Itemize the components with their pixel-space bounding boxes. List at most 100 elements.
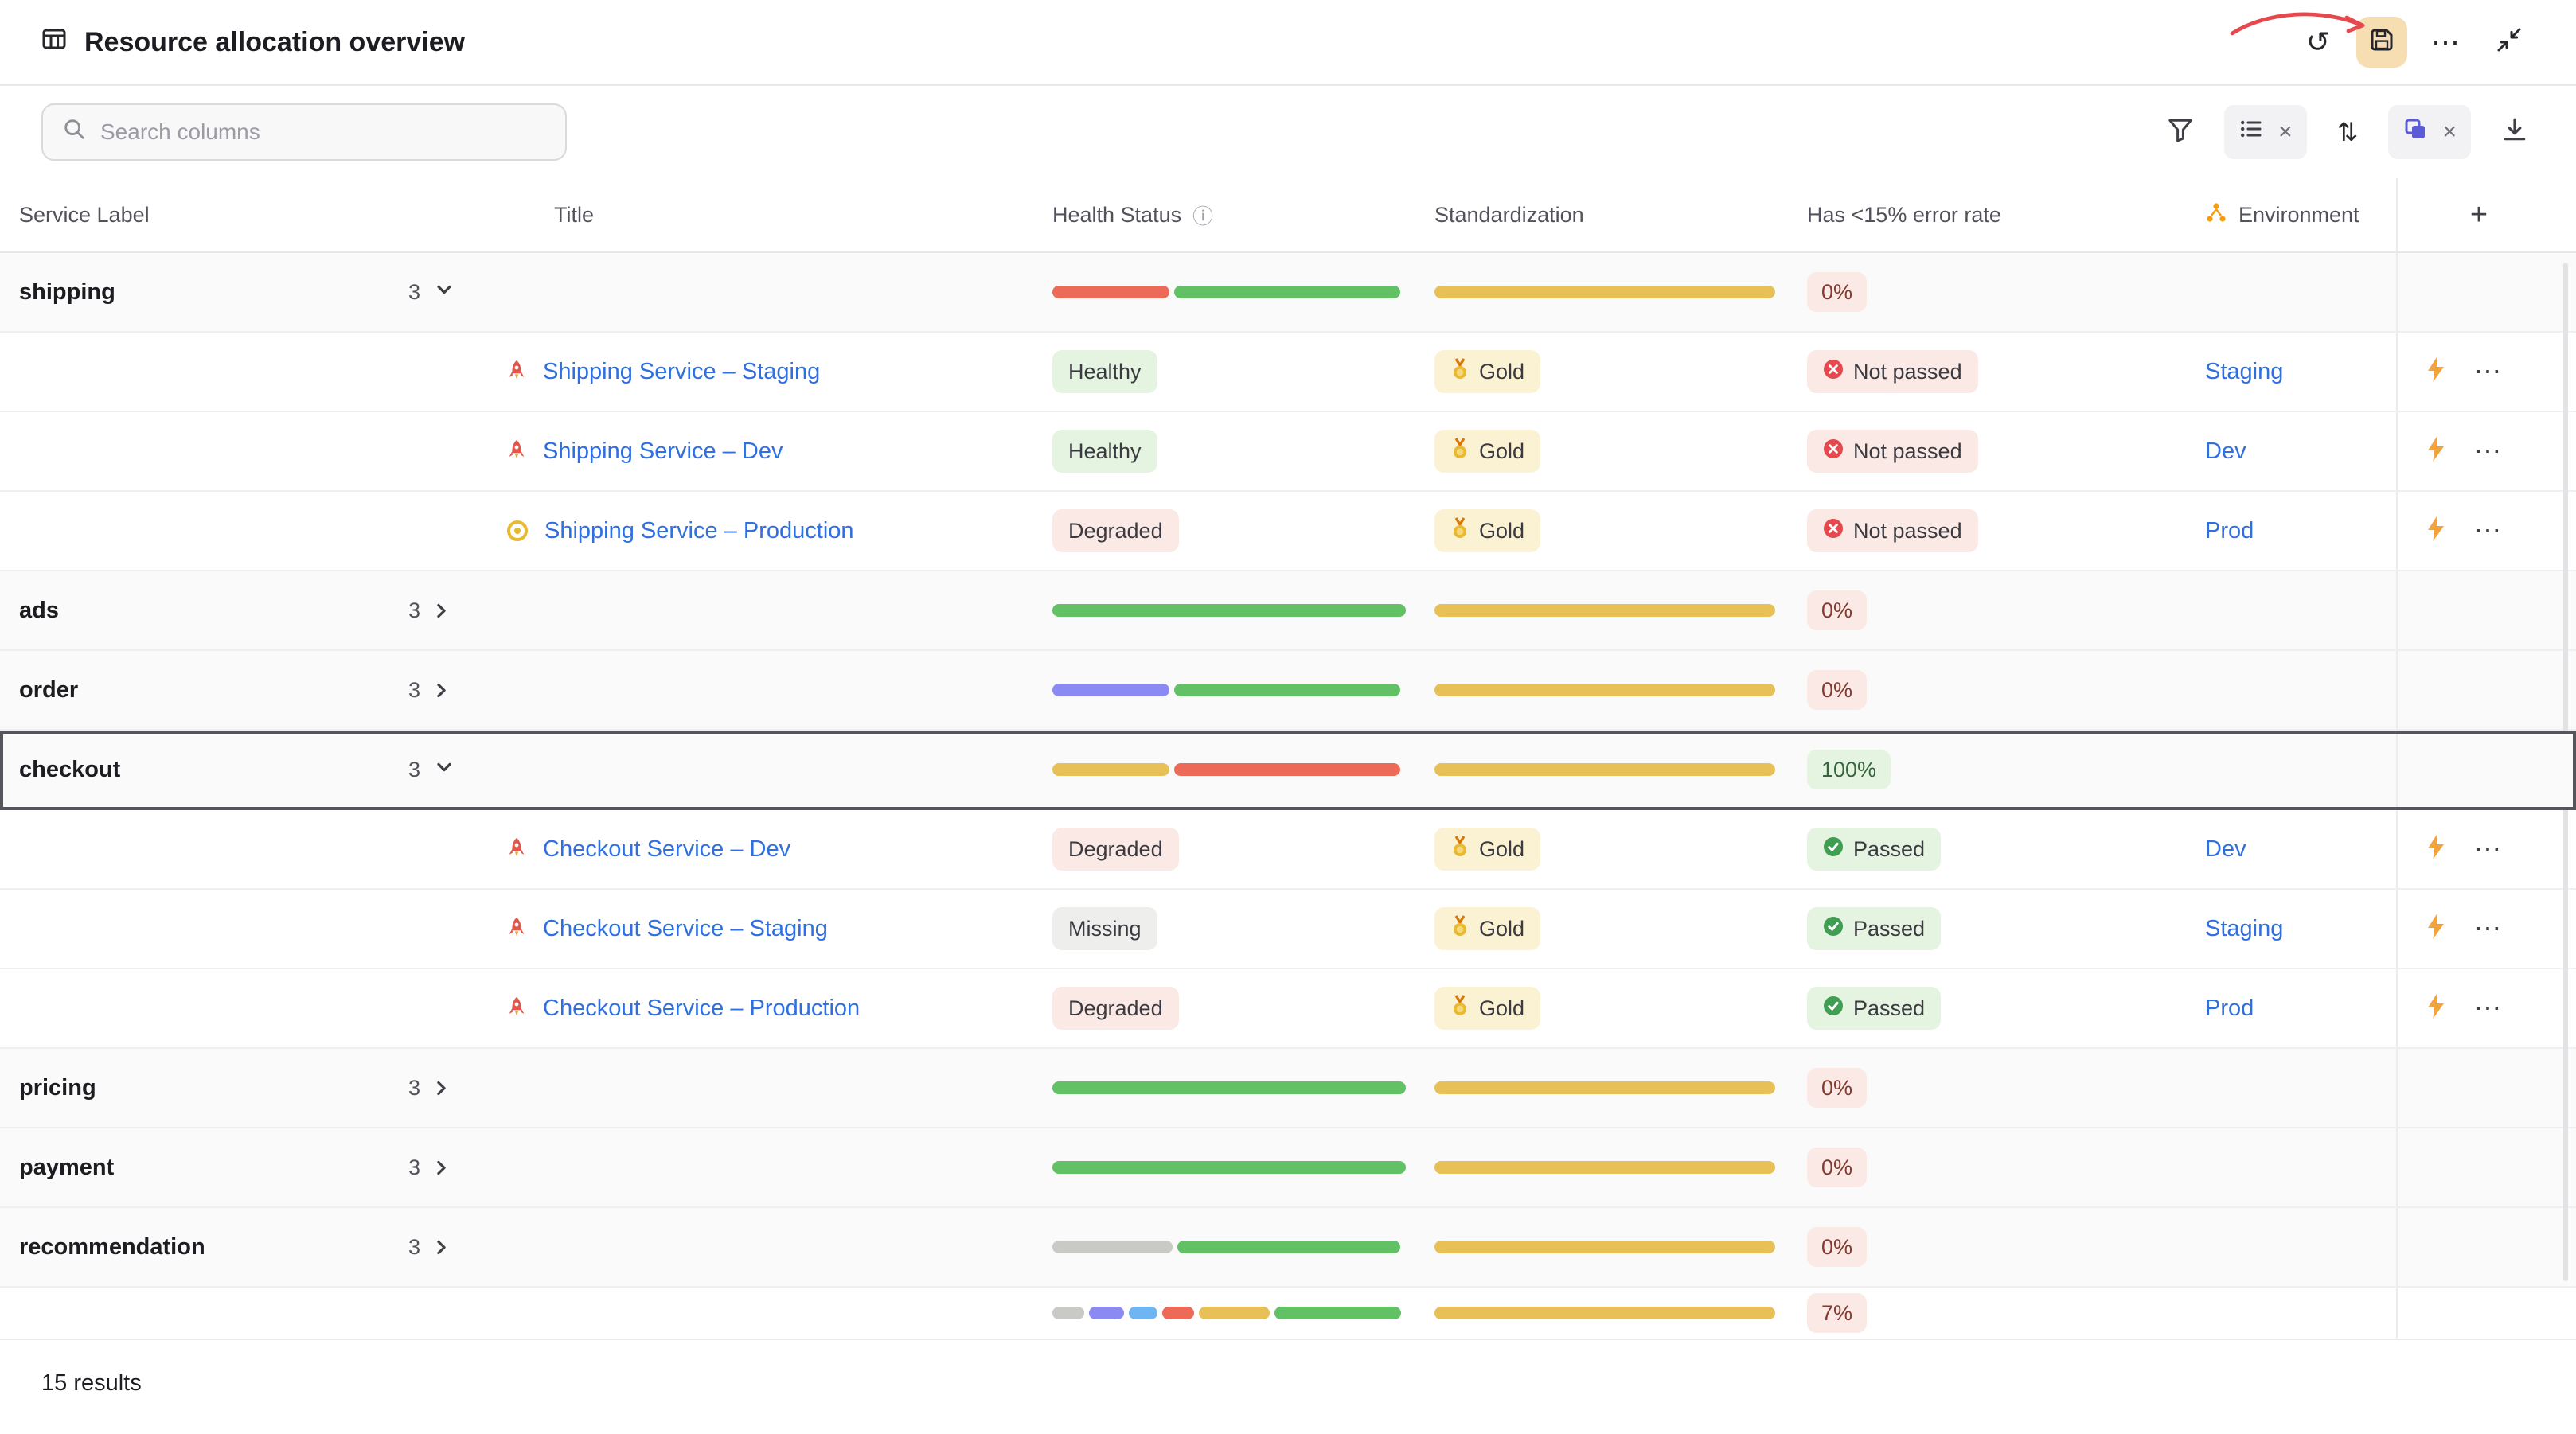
run-action-button[interactable] xyxy=(2426,993,2445,1024)
health-distribution-bar xyxy=(1052,1081,1406,1094)
list-icon xyxy=(2238,116,2264,148)
check-chip: Not passed xyxy=(1807,509,1978,552)
column-header-service-label[interactable]: Service Label xyxy=(19,203,150,228)
environment-link[interactable]: Staging xyxy=(2205,359,2283,385)
health-distribution-bar xyxy=(1052,684,1406,696)
page-title: Resource allocation overview xyxy=(84,27,465,58)
environment-link[interactable]: Prod xyxy=(2205,518,2254,544)
service-row[interactable]: Checkout Service – Production Degraded G… xyxy=(0,969,2576,1049)
not-passed-icon xyxy=(1823,359,1844,385)
column-header-error-rate[interactable]: Has <15% error rate xyxy=(1807,203,2001,228)
group-by-chip[interactable]: × xyxy=(2224,105,2307,159)
chevron-right-icon[interactable] xyxy=(430,1236,459,1258)
service-title-link[interactable]: Shipping Service – Dev xyxy=(543,438,783,465)
health-status-chip: Healthy xyxy=(1052,350,1157,393)
column-header-health-status[interactable]: Health Status xyxy=(1052,203,1181,228)
search-input[interactable] xyxy=(100,119,546,145)
search-box[interactable] xyxy=(41,103,567,161)
more-actions-button[interactable]: ⋯ xyxy=(2420,17,2471,68)
service-title-link[interactable]: Shipping Service – Staging xyxy=(543,359,820,385)
standardization-bar xyxy=(1434,1161,1775,1174)
run-action-button[interactable] xyxy=(2426,357,2445,388)
environment-link[interactable]: Dev xyxy=(2205,836,2246,863)
error-rate-chip: 100% xyxy=(1807,750,1891,789)
group-row-shipping[interactable]: shipping 3 0% xyxy=(0,253,2576,333)
service-title-link[interactable]: Checkout Service – Dev xyxy=(543,836,790,863)
service-row[interactable]: Checkout Service – Staging Missing Gold … xyxy=(0,890,2576,969)
passed-icon xyxy=(1823,996,1844,1022)
column-header-standardization[interactable]: Standardization xyxy=(1434,203,1584,228)
download-button[interactable] xyxy=(2495,110,2535,155)
standardization-chip: Gold xyxy=(1434,987,1540,1030)
group-row-pricing[interactable]: pricing 3 0% xyxy=(0,1049,2576,1128)
medal-icon xyxy=(1450,995,1469,1023)
undo-icon: ↺ xyxy=(2306,28,2330,57)
chevron-right-icon[interactable] xyxy=(430,1077,459,1099)
service-title-link[interactable]: Checkout Service – Staging xyxy=(543,916,828,942)
service-icon xyxy=(506,996,527,1020)
health-status-chip: Healthy xyxy=(1052,430,1157,473)
chevron-down-icon[interactable] xyxy=(433,278,455,307)
duplicate-view-chip[interactable]: × xyxy=(2388,105,2471,159)
service-row[interactable]: Checkout Service – Dev Degraded Gold Pas… xyxy=(0,810,2576,890)
row-more-button[interactable]: ⋯ xyxy=(2474,995,2503,1022)
sort-icon: ⇅ xyxy=(2337,119,2359,145)
save-button[interactable] xyxy=(2356,17,2407,68)
environment-link[interactable]: Prod xyxy=(2205,996,2254,1022)
download-icon xyxy=(2501,116,2528,149)
undo-button[interactable]: ↺ xyxy=(2293,17,2344,68)
row-more-button[interactable]: ⋯ xyxy=(2474,438,2503,465)
service-row[interactable]: Shipping Service – Staging Healthy Gold … xyxy=(0,333,2576,412)
run-action-button[interactable] xyxy=(2426,516,2445,547)
collapse-button[interactable] xyxy=(2484,17,2535,68)
column-header-environment[interactable]: Environment xyxy=(2238,203,2359,228)
bolt-icon xyxy=(2426,516,2445,547)
run-action-button[interactable] xyxy=(2426,914,2445,945)
chevron-right-icon[interactable] xyxy=(430,599,459,622)
row-more-button[interactable]: ⋯ xyxy=(2474,836,2503,863)
collapse-icon xyxy=(2495,25,2523,60)
medal-icon xyxy=(1450,438,1469,466)
add-column-button[interactable]: + xyxy=(2470,198,2488,232)
group-count: 3 xyxy=(408,280,420,305)
service-row[interactable]: Shipping Service – Production Degraded G… xyxy=(0,492,2576,571)
row-more-button[interactable]: ⋯ xyxy=(2474,915,2503,942)
group-row-order[interactable]: order 3 0% xyxy=(0,651,2576,731)
run-action-button[interactable] xyxy=(2426,834,2445,865)
chevron-right-icon[interactable] xyxy=(430,679,459,701)
row-more-button[interactable]: ⋯ xyxy=(2474,517,2503,544)
remove-group-by-icon[interactable]: × xyxy=(2278,120,2293,144)
health-distribution-bar xyxy=(1052,286,1406,298)
run-action-button[interactable] xyxy=(2426,436,2445,467)
group-row-payment[interactable]: payment 3 0% xyxy=(0,1128,2576,1208)
group-count: 3 xyxy=(408,1155,420,1180)
service-icon xyxy=(506,837,527,861)
group-label: ads xyxy=(19,598,59,624)
chevron-right-icon[interactable] xyxy=(430,1156,459,1179)
error-rate-chip: 0% xyxy=(1807,272,1867,312)
environment-link[interactable]: Dev xyxy=(2205,438,2246,465)
group-row-recommendation[interactable]: recommendation 3 0% xyxy=(0,1208,2576,1288)
group-row-ads[interactable]: ads 3 0% xyxy=(0,571,2576,651)
health-distribution-bar xyxy=(1052,763,1406,776)
column-header-title[interactable]: Title xyxy=(554,203,594,228)
chevron-down-icon[interactable] xyxy=(433,755,455,785)
health-status-chip: Degraded xyxy=(1052,509,1179,552)
filter-button[interactable] xyxy=(2160,110,2200,155)
row-more-button[interactable]: ⋯ xyxy=(2474,358,2503,385)
group-label: shipping xyxy=(19,279,115,306)
standardization-summary-bar xyxy=(1434,1307,1775,1319)
error-rate-chip: 0% xyxy=(1807,1148,1867,1187)
check-chip: Passed xyxy=(1807,987,1941,1030)
environment-link[interactable]: Staging xyxy=(2205,916,2283,942)
ellipsis-icon: ⋯ xyxy=(2474,517,2503,544)
remove-duplicate-view-icon[interactable]: × xyxy=(2442,120,2457,144)
ellipsis-icon: ⋯ xyxy=(2474,358,2503,385)
sort-button[interactable]: ⇅ xyxy=(2331,113,2365,151)
service-title-link[interactable]: Shipping Service – Production xyxy=(544,518,854,544)
standardization-bar xyxy=(1434,1241,1775,1253)
service-row[interactable]: Shipping Service – Dev Healthy Gold Not … xyxy=(0,412,2576,492)
service-title-link[interactable]: Checkout Service – Production xyxy=(543,996,860,1022)
bolt-icon xyxy=(2426,914,2445,945)
group-row-checkout[interactable]: checkout 3 100% xyxy=(0,731,2576,810)
